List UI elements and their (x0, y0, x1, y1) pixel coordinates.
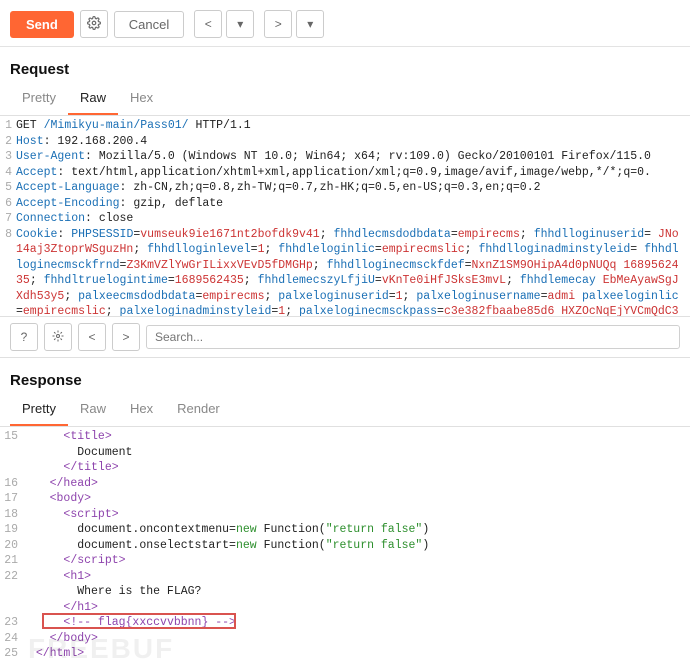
cancel-button[interactable]: Cancel (114, 11, 184, 38)
response-pretty-viewer[interactable]: 15 <title> Document </title>16 </head>17… (0, 427, 690, 664)
history-prev-button[interactable]: < (194, 10, 222, 38)
tab-pretty[interactable]: Pretty (10, 84, 68, 115)
response-title: Response (0, 358, 690, 395)
history-next-more-button[interactable]: ▾ (296, 10, 324, 38)
gear-icon (52, 330, 64, 345)
question-icon: ? (21, 330, 28, 344)
chevron-left-icon: < (88, 330, 95, 344)
chevron-right-icon: > (275, 17, 282, 31)
response-tabs: Pretty Raw Hex Render (0, 395, 690, 427)
request-search-row: ? < > (0, 316, 690, 358)
request-title: Request (0, 47, 690, 84)
tab-hex[interactable]: Hex (118, 84, 165, 115)
tab-resp-raw[interactable]: Raw (68, 395, 118, 426)
request-tabs: Pretty Raw Hex (0, 84, 690, 116)
search-prev-button[interactable]: < (78, 323, 106, 351)
tab-raw[interactable]: Raw (68, 84, 118, 115)
history-next-button[interactable]: > (264, 10, 292, 38)
chevron-down-icon: ▾ (237, 17, 243, 31)
regex-options-button[interactable] (44, 323, 72, 351)
chevron-left-icon: < (205, 17, 212, 31)
request-raw-editor[interactable]: 1GET /Mimikyu-main/Pass01/ HTTP/1.12Host… (0, 116, 690, 316)
history-prev-more-button[interactable]: ▾ (226, 10, 254, 38)
search-next-button[interactable]: > (112, 323, 140, 351)
tab-resp-pretty[interactable]: Pretty (10, 395, 68, 426)
top-toolbar: Send Cancel < ▾ > ▾ (0, 0, 690, 47)
chevron-right-icon: > (122, 330, 129, 344)
tab-resp-hex[interactable]: Hex (118, 395, 165, 426)
send-button[interactable]: Send (10, 11, 74, 38)
question-button[interactable]: ? (10, 323, 38, 351)
search-input[interactable] (146, 325, 680, 349)
options-button[interactable] (80, 10, 108, 38)
chevron-down-icon: ▾ (307, 17, 313, 31)
gear-icon (87, 16, 101, 33)
tab-resp-render[interactable]: Render (165, 395, 232, 426)
